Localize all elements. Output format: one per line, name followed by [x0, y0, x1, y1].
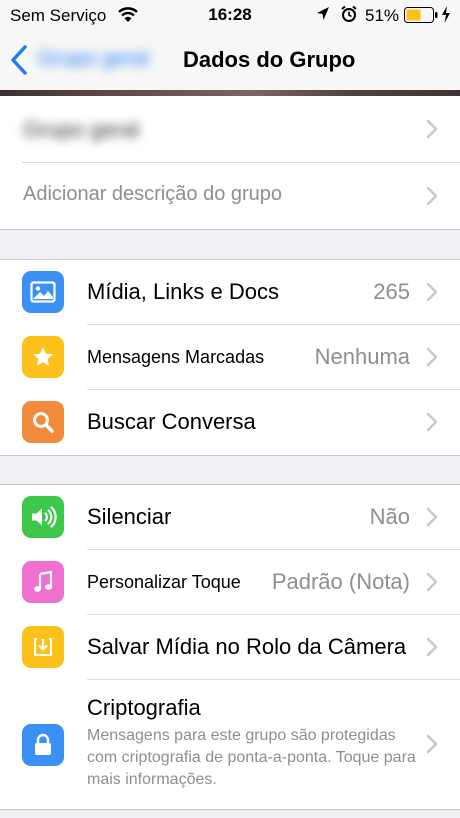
- chevron-right-icon: [426, 282, 438, 302]
- encryption-description: Mensagens para este grupo são protegidas…: [87, 727, 416, 788]
- photo-icon: [22, 271, 64, 313]
- chevron-right-icon: [426, 186, 438, 206]
- setting-label: Salvar Mídia no Rolo da Câmera: [87, 634, 407, 659]
- media-count: 265: [373, 279, 410, 304]
- status-bar: Sem Serviço 16:28 51%: [0, 0, 460, 30]
- battery-percent: 51%: [365, 6, 400, 25]
- chevron-right-icon: [426, 119, 438, 139]
- back-button[interactable]: Grupo geral: [38, 47, 149, 71]
- chevron-right-icon: [426, 572, 438, 592]
- star-icon: [22, 336, 64, 378]
- group-actions-card: Mídia, Links e Docs 265 Mensagens Marcad…: [0, 259, 460, 456]
- navigation-bar: Grupo geral Dados do Grupo: [0, 30, 460, 90]
- battery-icon: [404, 7, 438, 23]
- location-arrow-icon: [317, 7, 329, 20]
- mute-value: Não: [369, 504, 410, 529]
- setting-label: Personalizar Toque: [87, 572, 241, 592]
- chevron-right-icon: [426, 507, 438, 527]
- starred-messages-row[interactable]: Mensagens Marcadas Nenhuma: [0, 325, 460, 389]
- search-icon: [22, 401, 64, 443]
- tone-value: Padrão (Nota): [271, 569, 410, 594]
- group-settings-card: Silenciar Não Personalizar Toque Padrão …: [0, 484, 460, 810]
- group-description-row[interactable]: Adicionar descrição do grupo: [0, 163, 460, 229]
- chevron-right-icon: [426, 347, 438, 367]
- alarm-icon: [341, 5, 357, 22]
- lock-icon: [22, 724, 64, 766]
- save-media-row[interactable]: Salvar Mídia no Rolo da Câmera: [0, 615, 460, 679]
- group-info-card: Grupo geral Adicionar descrição do grupo: [0, 96, 460, 230]
- download-icon: [22, 626, 64, 668]
- starred-value: Nenhuma: [314, 344, 410, 369]
- group-description-placeholder: Adicionar descrição do grupo: [23, 183, 283, 205]
- media-links-docs-row[interactable]: Mídia, Links e Docs 265: [0, 260, 460, 324]
- action-label: Buscar Conversa: [87, 409, 256, 434]
- chevron-right-icon: [426, 734, 438, 754]
- charging-bolt-icon: [442, 6, 450, 23]
- back-chevron-icon[interactable]: [8, 44, 30, 76]
- custom-tone-row[interactable]: Personalizar Toque Padrão (Nota): [0, 550, 460, 614]
- setting-label: Criptografia: [87, 695, 201, 720]
- chevron-right-icon: [426, 412, 438, 432]
- chevron-right-icon: [426, 637, 438, 657]
- action-label: Mídia, Links e Docs: [87, 279, 279, 304]
- speaker-icon: [22, 496, 64, 538]
- setting-label: Silenciar: [87, 504, 172, 529]
- group-name: Grupo geral: [23, 117, 140, 142]
- encryption-row[interactable]: Criptografia Mensagens para este grupo s…: [0, 680, 460, 809]
- search-conversation-row[interactable]: Buscar Conversa: [0, 390, 460, 455]
- mute-row[interactable]: Silenciar Não: [0, 485, 460, 549]
- action-label: Mensagens Marcadas: [87, 347, 265, 367]
- page-title: Dados do Grupo: [183, 47, 356, 72]
- group-name-row[interactable]: Grupo geral: [0, 96, 460, 162]
- music-note-icon: [22, 561, 64, 603]
